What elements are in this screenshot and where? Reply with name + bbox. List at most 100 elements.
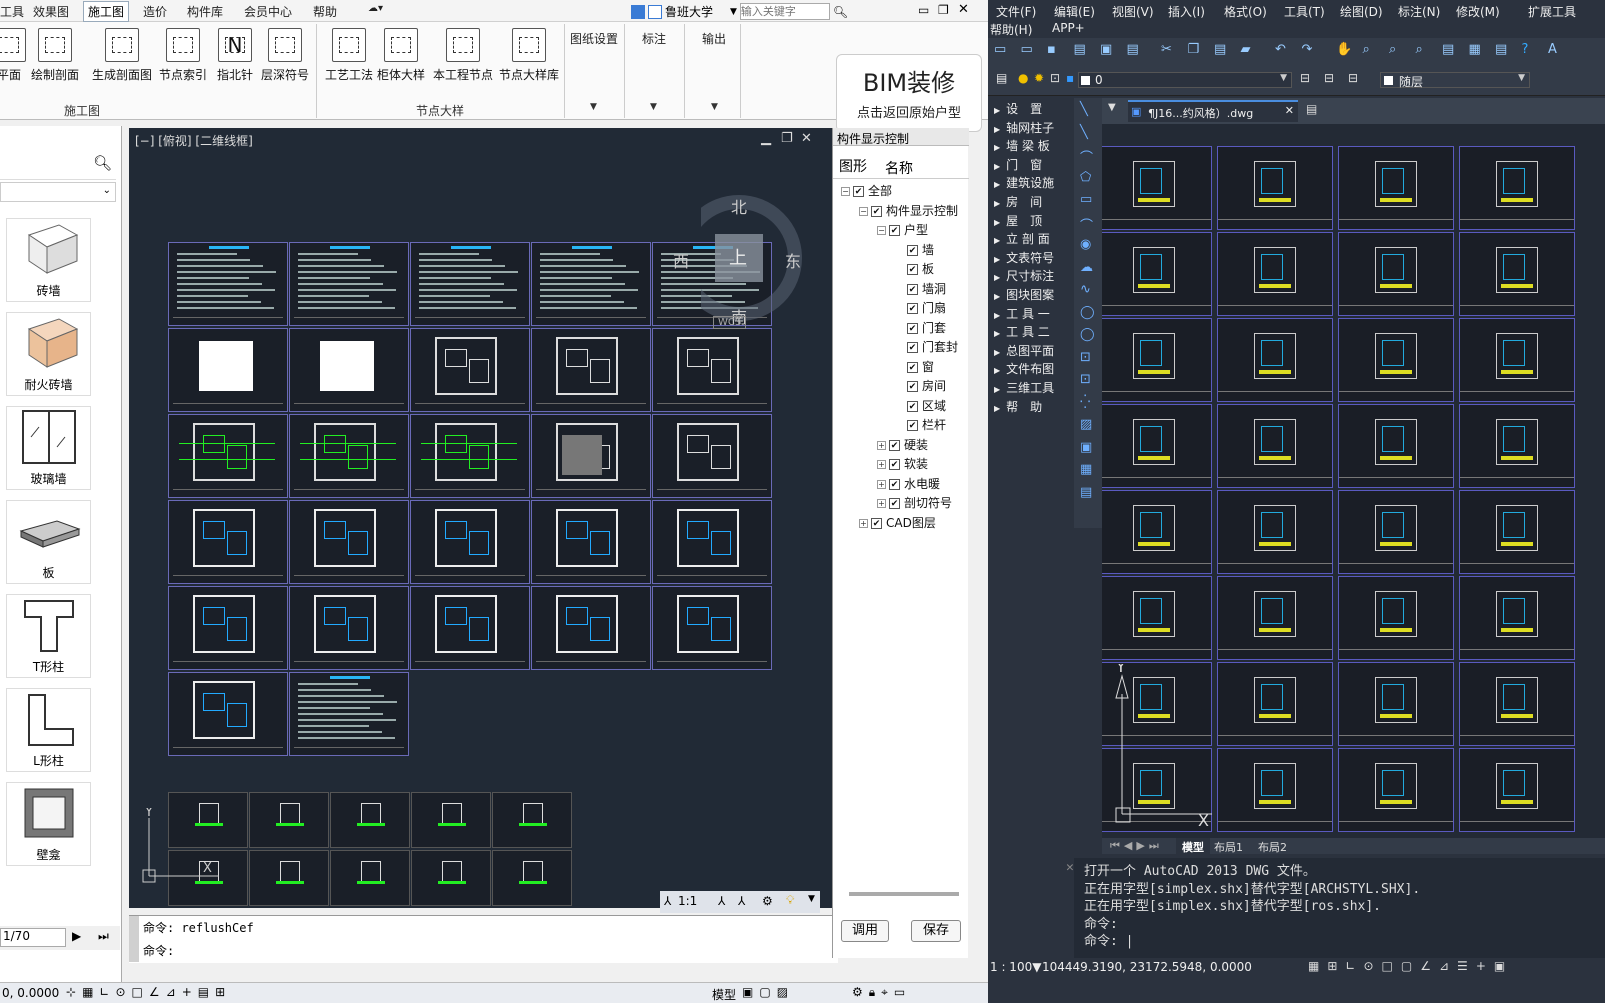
- list-view-icon[interactable]: [648, 4, 662, 19]
- restore-icon[interactable]: ❐: [938, 3, 949, 17]
- tree-item[interactable]: ✔ 窗: [895, 358, 934, 375]
- ribbon-annotation[interactable]: 标注: [642, 30, 666, 47]
- tree-item[interactable]: + ✔ 软装: [877, 455, 928, 472]
- tab-layout2[interactable]: 布局2: [1258, 839, 1287, 855]
- menu-help[interactable]: 帮助: [313, 3, 337, 20]
- arch-menu-item[interactable]: ▶ 尺寸标注: [994, 267, 1054, 284]
- drawing-sheet[interactable]: [168, 242, 288, 326]
- drawing-sheet[interactable]: [289, 500, 409, 584]
- expand-icon[interactable]: +: [877, 479, 886, 489]
- workspace-icon[interactable]: ⚙: [762, 894, 773, 908]
- palette-item-firebrick-wall[interactable]: 耐火砖墙: [6, 312, 91, 396]
- pan-icon[interactable]: ✋: [1336, 42, 1352, 57]
- polar-icon[interactable]: ⊙: [1363, 959, 1373, 973]
- osnap-icon[interactable]: □: [132, 985, 143, 1001]
- menu-extend-tools[interactable]: 扩展工具: [1528, 3, 1576, 20]
- menu-edit[interactable]: 编辑(E): [1054, 3, 1095, 20]
- detail-sheet[interactable]: [1217, 490, 1333, 574]
- insert-block-icon[interactable]: ⊡: [1080, 350, 1091, 365]
- chevron-down-icon[interactable]: ▼: [650, 102, 657, 112]
- drawing-sheet[interactable]: [531, 242, 651, 326]
- detail-sheet[interactable]: [1217, 146, 1333, 230]
- hatch-icon[interactable]: ▨: [1080, 417, 1092, 432]
- detail-sheet[interactable]: [1102, 576, 1212, 660]
- expand-icon[interactable]: +: [877, 460, 886, 469]
- menu-app-plus[interactable]: APP+: [1052, 21, 1085, 35]
- detail-sheet[interactable]: [1217, 232, 1333, 316]
- checkbox[interactable]: ✔: [907, 264, 918, 275]
- publish-icon[interactable]: ▤: [1127, 42, 1139, 57]
- tree-item[interactable]: + ✔ 硬装: [877, 436, 928, 453]
- arc-icon[interactable]: ⌒: [1080, 215, 1093, 234]
- expand-icon[interactable]: +: [877, 499, 886, 508]
- text-style-icon[interactable]: A: [1548, 42, 1557, 57]
- make-block-icon[interactable]: ⊡: [1080, 372, 1091, 387]
- save-icon[interactable]: ▪: [1047, 42, 1056, 57]
- arch-menu-item[interactable]: ▶ 建筑设施: [994, 174, 1054, 191]
- ribbon-depth-symbol-button[interactable]: 层深符号: [254, 28, 316, 83]
- menu-tools[interactable]: 工具: [0, 3, 24, 20]
- detail-sheet[interactable]: [1338, 490, 1454, 574]
- detail-sheet[interactable]: [1459, 490, 1575, 574]
- snap-icon[interactable]: ⊞: [1327, 959, 1337, 973]
- layout-icon[interactable]: ▣: [742, 985, 753, 999]
- help-icon[interactable]: ?: [1522, 42, 1529, 57]
- chevron-down-icon[interactable]: ▼: [590, 102, 597, 112]
- left-command-line[interactable]: 命令: reflushCef 命令:: [129, 915, 838, 963]
- quickview-icon[interactable]: ▢: [759, 985, 770, 999]
- expand-icon[interactable]: +: [877, 440, 886, 450]
- menu-tools[interactable]: 工具(T): [1284, 3, 1325, 20]
- tab-list-icon[interactable]: ▼: [1108, 102, 1116, 113]
- detail-sheet[interactable]: [1102, 146, 1212, 230]
- compass-west[interactable]: 西: [673, 248, 689, 272]
- point-icon[interactable]: ⁛: [1080, 395, 1090, 410]
- osnap-icon[interactable]: □: [1382, 959, 1393, 973]
- palette-item-brick-wall[interactable]: 砖墙: [6, 218, 91, 302]
- chevron-down-icon[interactable]: ▼: [808, 894, 815, 904]
- tree-item[interactable]: ✔ 区域: [895, 397, 946, 414]
- checkbox[interactable]: ✔: [907, 420, 918, 431]
- detail-sheet[interactable]: [1217, 576, 1333, 660]
- tab-model[interactable]: 模型: [1176, 838, 1210, 856]
- chevron-down-icon[interactable]: ▼: [730, 7, 737, 17]
- tree-item[interactable]: ✔ 板: [895, 260, 934, 277]
- checkbox[interactable]: ✔: [889, 439, 900, 451]
- undo-icon[interactable]: ↶: [1275, 42, 1286, 57]
- arch-menu-item[interactable]: ▶ 总图平面: [994, 342, 1054, 359]
- menu-insert[interactable]: 插入(I): [1168, 3, 1205, 20]
- arch-menu-item[interactable]: ▶ 文件布图: [994, 360, 1054, 377]
- tree-item[interactable]: ✔ 栏杆: [895, 416, 946, 433]
- command-grip[interactable]: [129, 916, 139, 962]
- palette-item-niche[interactable]: 壁龛: [6, 782, 91, 866]
- ribbon-cabinet-detail-button[interactable]: 柜体大样: [370, 28, 432, 83]
- ribbon-output[interactable]: 输出: [702, 30, 726, 47]
- palette-item-t-column[interactable]: T形柱: [6, 594, 91, 678]
- arch-menu-item[interactable]: ▶ 图块图案: [994, 286, 1054, 303]
- tree-item[interactable]: − ✔ 全部: [841, 182, 892, 199]
- otrack-icon[interactable]: ∠: [1420, 959, 1431, 973]
- drawing-sheet[interactable]: [531, 328, 651, 412]
- search-icon[interactable]: 🔍︎: [93, 154, 112, 172]
- checkbox[interactable]: ✔: [889, 459, 900, 470]
- checkbox[interactable]: ✔: [907, 361, 918, 373]
- print-icon[interactable]: ▤: [1074, 42, 1086, 57]
- table-icon[interactable]: ▦: [1080, 462, 1092, 477]
- layer-manager-icon[interactable]: ▤: [996, 71, 1007, 85]
- cad-drawing-area[interactable]: Y X: [1102, 124, 1605, 854]
- grid-icon[interactable]: ▦: [1308, 959, 1319, 973]
- checkbox[interactable]: ✔: [853, 186, 864, 197]
- drawing-sheet[interactable]: [168, 586, 288, 670]
- drawing-sheet[interactable]: [652, 586, 772, 670]
- close-icon[interactable]: ✕: [1285, 104, 1294, 117]
- fullscreen-icon[interactable]: ▭: [894, 985, 905, 1000]
- compass-east[interactable]: 东: [785, 248, 801, 272]
- close-icon[interactable]: ✕: [958, 2, 969, 17]
- compass-north[interactable]: 北: [731, 194, 747, 218]
- search-icon[interactable]: 🔍︎: [833, 5, 848, 19]
- annotate-icon[interactable]: ▨: [777, 985, 788, 999]
- checkbox[interactable]: ✔: [907, 400, 918, 412]
- checkbox[interactable]: ✔: [907, 342, 918, 353]
- detail-sheet[interactable]: [1338, 662, 1454, 746]
- menu-draw[interactable]: 绘图(D): [1340, 3, 1383, 20]
- school-select[interactable]: 鲁班大学: [665, 3, 727, 20]
